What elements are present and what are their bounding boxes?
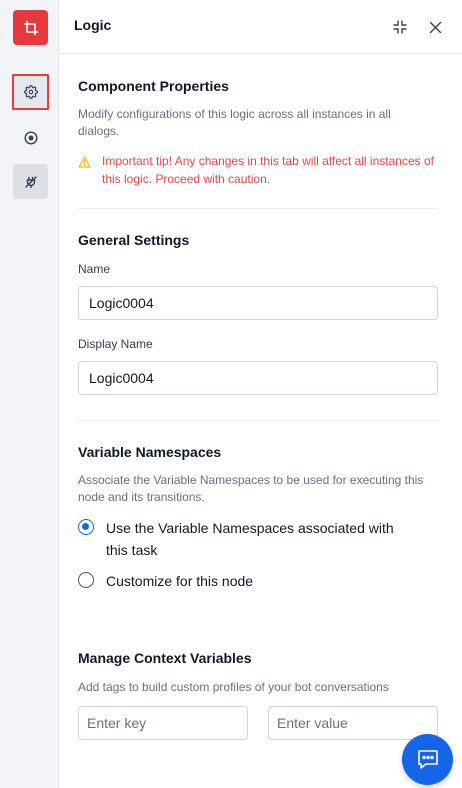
- radio-label: Customize for this node: [106, 573, 254, 589]
- radio-label: Use the Variable Namespaces associated w…: [106, 520, 394, 558]
- close-button[interactable]: [425, 17, 445, 37]
- component-properties-description: Modify configurations of this logic acro…: [78, 107, 391, 138]
- panel-title: Logic: [74, 17, 112, 33]
- logic-node-icon: [13, 10, 48, 45]
- radio-button-selected[interactable]: [78, 519, 94, 535]
- context-key-input[interactable]: [78, 706, 248, 740]
- variable-namespaces-title: Variable Namespaces: [78, 444, 222, 460]
- target-icon: [23, 130, 38, 145]
- chat-assistant-button[interactable]: [402, 734, 453, 785]
- important-tip: Important tip! Any changes in this tab w…: [78, 152, 438, 188]
- gear-icon: [23, 85, 38, 99]
- component-properties-title: Component Properties: [78, 78, 229, 94]
- component-settings-tab[interactable]: [12, 74, 49, 110]
- divider: [78, 208, 438, 209]
- left-rail: [0, 0, 59, 788]
- radio-button[interactable]: [78, 572, 94, 588]
- connections-tab[interactable]: [13, 164, 48, 199]
- name-input[interactable]: [78, 286, 438, 320]
- variable-namespaces-description: Associate the Variable Namespaces to be …: [78, 473, 424, 504]
- collapse-icon: [393, 20, 407, 34]
- warning-icon: [78, 155, 92, 188]
- display-name-input[interactable]: [78, 361, 438, 395]
- radio-use-task-namespaces[interactable]: Use the Variable Namespaces associated w…: [78, 517, 396, 561]
- tip-text: Important tip! Any changes in this tab w…: [102, 154, 434, 186]
- context-variables-description: Add tags to build custom profiles of you…: [78, 680, 389, 694]
- instance-properties-tab[interactable]: [13, 120, 48, 155]
- general-settings-title: General Settings: [78, 232, 190, 248]
- context-value-input[interactable]: [268, 706, 438, 740]
- display-name-label: Display Name: [78, 337, 153, 351]
- plug-icon: [24, 175, 37, 188]
- divider: [78, 420, 438, 421]
- radio-customize-node[interactable]: Customize for this node: [78, 570, 396, 592]
- close-icon: [429, 21, 441, 33]
- panel-header: Logic: [59, 0, 462, 54]
- collapse-button[interactable]: [390, 17, 410, 37]
- chat-icon: [417, 749, 438, 769]
- context-variables-title: Manage Context Variables: [78, 650, 252, 666]
- name-label: Name: [78, 262, 111, 276]
